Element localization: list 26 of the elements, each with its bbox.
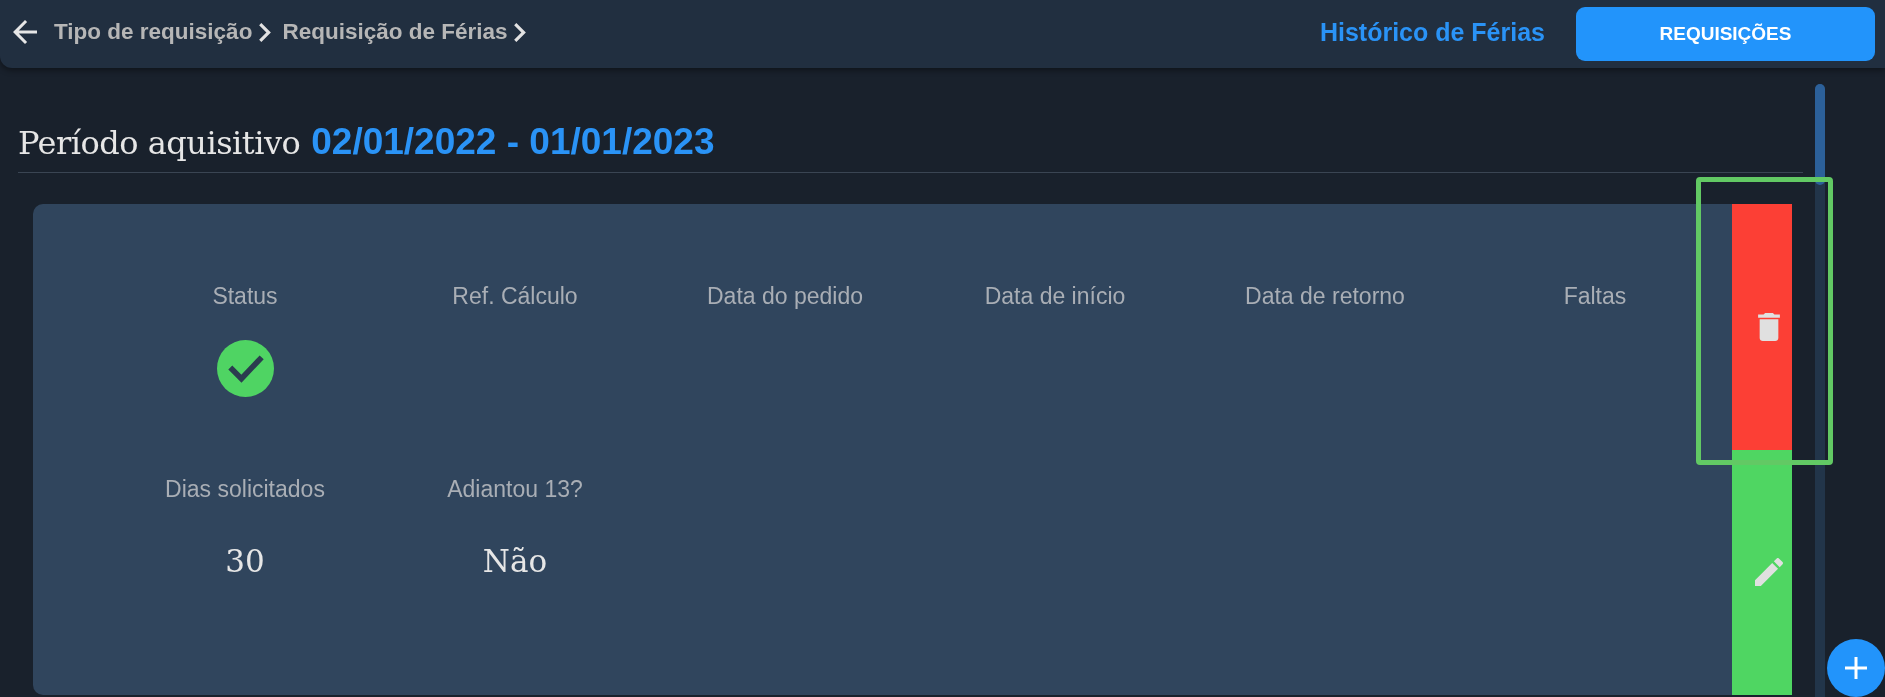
pencil-icon	[1755, 558, 1783, 587]
plus-icon	[1845, 657, 1867, 679]
field-label: Adiantou 13?	[447, 475, 583, 503]
history-link[interactable]: Histórico de Férias	[1319, 17, 1545, 47]
field-label: Ref. Cálculo	[452, 282, 578, 310]
field-label: Data de retorno	[1245, 282, 1405, 310]
breadcrumb-link[interactable]: Requisição de Férias	[282, 18, 508, 46]
scrollbar-thumb[interactable]	[1815, 84, 1825, 185]
delete-button[interactable]	[1732, 204, 1792, 450]
section-title: Período aquisitivo	[18, 123, 301, 164]
field-value: 30	[225, 542, 265, 581]
field-value: Não	[482, 542, 548, 581]
field-label: Data de início	[984, 282, 1126, 310]
breadcrumb-link[interactable]: Tipo de requisição	[54, 18, 253, 46]
back-button[interactable]	[13, 20, 37, 44]
chevron-right-icon	[514, 22, 527, 42]
period-range: 02/01/2022 - 01/01/2023	[311, 120, 715, 164]
arrow-left-icon	[13, 20, 37, 44]
field-label: Faltas	[1563, 282, 1627, 310]
trash-icon	[1758, 312, 1780, 341]
chevron-right-icon	[259, 22, 272, 42]
field-label: Dias solicitados	[165, 475, 325, 503]
scrollbar[interactable]	[1815, 84, 1825, 697]
add-button[interactable]	[1827, 639, 1885, 697]
field-label: Status	[212, 282, 278, 310]
field-label: Data do pedido	[707, 282, 863, 310]
